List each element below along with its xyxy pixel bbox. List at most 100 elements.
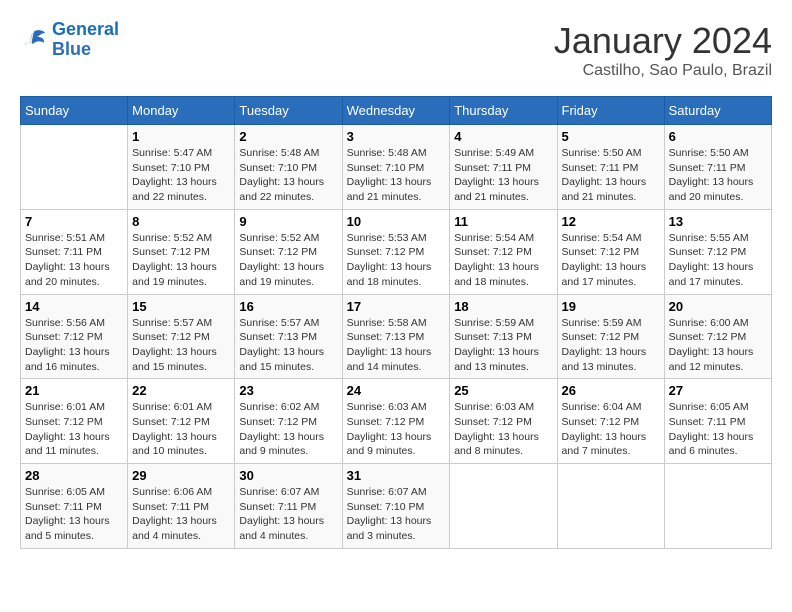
calendar-cell: [664, 464, 771, 549]
day-number: 21: [25, 383, 123, 398]
day-number: 13: [669, 214, 767, 229]
week-row-3: 14 Sunrise: 5:56 AMSunset: 7:12 PMDayligh…: [21, 294, 772, 379]
day-info: Sunrise: 5:57 AMSunset: 7:12 PMDaylight:…: [132, 316, 230, 375]
calendar-cell: 20 Sunrise: 6:00 AMSunset: 7:12 PMDayligh…: [664, 294, 771, 379]
day-info: Sunrise: 5:59 AMSunset: 7:13 PMDaylight:…: [454, 316, 552, 375]
day-number: 8: [132, 214, 230, 229]
day-number: 28: [25, 468, 123, 483]
calendar-cell: 19 Sunrise: 5:59 AMSunset: 7:12 PMDayligh…: [557, 294, 664, 379]
calendar-cell: 18 Sunrise: 5:59 AMSunset: 7:13 PMDayligh…: [450, 294, 557, 379]
day-info: Sunrise: 5:53 AMSunset: 7:12 PMDaylight:…: [347, 231, 446, 290]
day-number: 31: [347, 468, 446, 483]
calendar-cell: 2 Sunrise: 5:48 AMSunset: 7:10 PMDaylight…: [235, 125, 342, 210]
day-info: Sunrise: 5:50 AMSunset: 7:11 PMDaylight:…: [562, 146, 660, 205]
calendar-cell: 21 Sunrise: 6:01 AMSunset: 7:12 PMDayligh…: [21, 379, 128, 464]
calendar-cell: 11 Sunrise: 5:54 AMSunset: 7:12 PMDayligh…: [450, 209, 557, 294]
calendar-cell: 22Sunrise: 6:01 AMSunset: 7:12 PMDayligh…: [128, 379, 235, 464]
day-number: 16: [239, 299, 337, 314]
day-number: 14: [25, 299, 123, 314]
week-row-4: 21 Sunrise: 6:01 AMSunset: 7:12 PMDayligh…: [21, 379, 772, 464]
calendar-cell: 10 Sunrise: 5:53 AMSunset: 7:12 PMDayligh…: [342, 209, 450, 294]
day-number: 19: [562, 299, 660, 314]
logo: General Blue: [20, 20, 119, 60]
day-number: 4: [454, 129, 552, 144]
day-info: Sunrise: 5:49 AMSunset: 7:11 PMDaylight:…: [454, 146, 552, 205]
weekday-header-row: SundayMondayTuesdayWednesdayThursdayFrid…: [21, 97, 772, 125]
day-info: Sunrise: 6:04 AMSunset: 7:12 PMDaylight:…: [562, 400, 660, 459]
calendar-cell: 3 Sunrise: 5:48 AMSunset: 7:10 PMDaylight…: [342, 125, 450, 210]
day-info: Sunrise: 6:06 AMSunset: 7:11 PMDaylight:…: [132, 485, 230, 544]
calendar-subtitle: Castilho, Sao Paulo, Brazil: [554, 62, 772, 80]
day-number: 26: [562, 383, 660, 398]
day-number: 5: [562, 129, 660, 144]
day-info: Sunrise: 5:48 AMSunset: 7:10 PMDaylight:…: [347, 146, 446, 205]
day-info: Sunrise: 6:07 AMSunset: 7:11 PMDaylight:…: [239, 485, 337, 544]
day-info: Sunrise: 5:52 AMSunset: 7:12 PMDaylight:…: [239, 231, 337, 290]
day-info: Sunrise: 5:59 AMSunset: 7:12 PMDaylight:…: [562, 316, 660, 375]
calendar-cell: 14 Sunrise: 5:56 AMSunset: 7:12 PMDayligh…: [21, 294, 128, 379]
calendar-cell: 1 Sunrise: 5:47 AMSunset: 7:10 PMDaylight…: [128, 125, 235, 210]
day-number: 2: [239, 129, 337, 144]
day-number: 29: [132, 468, 230, 483]
calendar-table: SundayMondayTuesdayWednesdayThursdayFrid…: [20, 96, 772, 549]
header-friday: Friday: [557, 97, 664, 125]
calendar-cell: 4 Sunrise: 5:49 AMSunset: 7:11 PMDaylight…: [450, 125, 557, 210]
day-number: 24: [347, 383, 446, 398]
day-number: 3: [347, 129, 446, 144]
day-number: 18: [454, 299, 552, 314]
day-number: 15: [132, 299, 230, 314]
week-row-2: 7Sunrise: 5:51 AMSunset: 7:11 PMDaylight…: [21, 209, 772, 294]
day-info: Sunrise: 6:05 AMSunset: 7:11 PMDaylight:…: [25, 485, 123, 544]
day-number: 22: [132, 383, 230, 398]
day-number: 1: [132, 129, 230, 144]
day-info: Sunrise: 6:05 AMSunset: 7:11 PMDaylight:…: [669, 400, 767, 459]
day-info: Sunrise: 6:03 AMSunset: 7:12 PMDaylight:…: [347, 400, 446, 459]
day-info: Sunrise: 5:52 AMSunset: 7:12 PMDaylight:…: [132, 231, 230, 290]
day-info: Sunrise: 6:03 AMSunset: 7:12 PMDaylight:…: [454, 400, 552, 459]
week-row-5: 28 Sunrise: 6:05 AMSunset: 7:11 PMDayligh…: [21, 464, 772, 549]
day-number: 9: [239, 214, 337, 229]
logo-text: General Blue: [52, 20, 119, 60]
header-wednesday: Wednesday: [342, 97, 450, 125]
calendar-cell: 24 Sunrise: 6:03 AMSunset: 7:12 PMDayligh…: [342, 379, 450, 464]
day-number: 30: [239, 468, 337, 483]
day-number: 10: [347, 214, 446, 229]
calendar-cell: [21, 125, 128, 210]
day-info: Sunrise: 6:01 AMSunset: 7:12 PMDaylight:…: [25, 400, 123, 459]
calendar-title: January 2024: [554, 20, 772, 62]
day-info: Sunrise: 5:51 AMSunset: 7:11 PMDaylight:…: [25, 231, 123, 290]
calendar-cell: 12Sunrise: 5:54 AMSunset: 7:12 PMDayligh…: [557, 209, 664, 294]
page-header: General Blue January 2024 Castilho, Sao …: [20, 20, 772, 80]
header-monday: Monday: [128, 97, 235, 125]
day-number: 17: [347, 299, 446, 314]
day-number: 6: [669, 129, 767, 144]
calendar-cell: 27Sunrise: 6:05 AMSunset: 7:11 PMDayligh…: [664, 379, 771, 464]
header-tuesday: Tuesday: [235, 97, 342, 125]
day-number: 11: [454, 214, 552, 229]
calendar-cell: 7Sunrise: 5:51 AMSunset: 7:11 PMDaylight…: [21, 209, 128, 294]
calendar-cell: 8 Sunrise: 5:52 AMSunset: 7:12 PMDaylight…: [128, 209, 235, 294]
logo-icon: [20, 26, 48, 54]
day-number: 23: [239, 383, 337, 398]
calendar-cell: 25 Sunrise: 6:03 AMSunset: 7:12 PMDayligh…: [450, 379, 557, 464]
calendar-cell: 15 Sunrise: 5:57 AMSunset: 7:12 PMDayligh…: [128, 294, 235, 379]
calendar-cell: 5 Sunrise: 5:50 AMSunset: 7:11 PMDaylight…: [557, 125, 664, 210]
calendar-cell: 13Sunrise: 5:55 AMSunset: 7:12 PMDayligh…: [664, 209, 771, 294]
day-info: Sunrise: 6:00 AMSunset: 7:12 PMDaylight:…: [669, 316, 767, 375]
calendar-cell: 17Sunrise: 5:58 AMSunset: 7:13 PMDayligh…: [342, 294, 450, 379]
calendar-cell: 30 Sunrise: 6:07 AMSunset: 7:11 PMDayligh…: [235, 464, 342, 549]
calendar-cell: [450, 464, 557, 549]
week-row-1: 1 Sunrise: 5:47 AMSunset: 7:10 PMDaylight…: [21, 125, 772, 210]
calendar-cell: 29 Sunrise: 6:06 AMSunset: 7:11 PMDayligh…: [128, 464, 235, 549]
day-info: Sunrise: 5:54 AMSunset: 7:12 PMDaylight:…: [454, 231, 552, 290]
day-info: Sunrise: 5:56 AMSunset: 7:12 PMDaylight:…: [25, 316, 123, 375]
calendar-cell: 16Sunrise: 5:57 AMSunset: 7:13 PMDayligh…: [235, 294, 342, 379]
day-info: Sunrise: 5:48 AMSunset: 7:10 PMDaylight:…: [239, 146, 337, 205]
day-info: Sunrise: 5:47 AMSunset: 7:10 PMDaylight:…: [132, 146, 230, 205]
day-number: 20: [669, 299, 767, 314]
calendar-cell: 31Sunrise: 6:07 AMSunset: 7:10 PMDayligh…: [342, 464, 450, 549]
calendar-cell: 23Sunrise: 6:02 AMSunset: 7:12 PMDayligh…: [235, 379, 342, 464]
day-info: Sunrise: 5:54 AMSunset: 7:12 PMDaylight:…: [562, 231, 660, 290]
calendar-title-block: January 2024 Castilho, Sao Paulo, Brazil: [554, 20, 772, 80]
day-number: 25: [454, 383, 552, 398]
